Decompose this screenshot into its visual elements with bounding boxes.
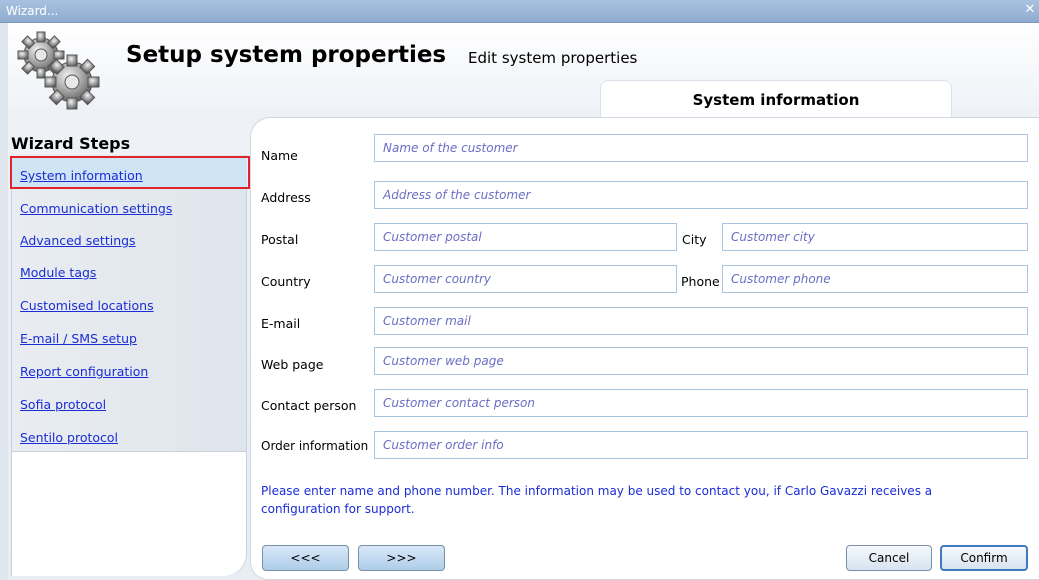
contact-person-field[interactable]: Customer contact person: [374, 389, 1028, 417]
page-title: Setup system properties: [126, 42, 447, 68]
window-titlebar: Wizard... ✕: [0, 0, 1039, 23]
step-advanced-settings[interactable]: Advanced settings: [20, 233, 136, 248]
name-field[interactable]: Name of the customer: [374, 134, 1028, 162]
city-label: City: [682, 232, 707, 247]
order-information-label: Order information: [261, 439, 369, 453]
postal-label: Postal: [261, 232, 299, 247]
step-email-sms-setup[interactable]: E-mail / SMS setup: [20, 331, 137, 346]
email-field[interactable]: Customer mail: [374, 307, 1028, 335]
phone-label: Phone: [681, 274, 720, 289]
contact-person-label: Contact person: [261, 398, 357, 413]
step-module-tags[interactable]: Module tags: [20, 265, 96, 280]
close-icon[interactable]: ✕: [1023, 2, 1037, 18]
name-label: Name: [261, 148, 298, 163]
tab-system-information[interactable]: System information: [600, 80, 952, 117]
order-information-field[interactable]: Customer order info: [374, 431, 1028, 459]
gears-icon: [17, 31, 100, 110]
city-field[interactable]: Customer city: [722, 223, 1028, 251]
phone-field[interactable]: Customer phone: [722, 265, 1028, 293]
step-sentilo-protocol[interactable]: Sentilo protocol: [20, 430, 118, 445]
country-field[interactable]: Customer country: [374, 265, 677, 293]
address-label: Address: [261, 190, 311, 205]
step-sofia-protocol[interactable]: Sofia protocol: [20, 397, 106, 412]
next-step-button[interactable]: >>>: [358, 545, 445, 571]
contact-info-note: Please enter name and phone number. The …: [261, 484, 933, 516]
active-step-highlight: [10, 156, 250, 189]
address-field[interactable]: Address of the customer: [374, 181, 1028, 209]
sidebar-empty-area: [12, 451, 246, 576]
email-label: E-mail: [261, 316, 301, 331]
confirm-button[interactable]: Confirm: [940, 545, 1028, 571]
postal-field[interactable]: Customer postal: [374, 223, 677, 251]
previous-step-button[interactable]: <<<: [262, 545, 349, 571]
page-subtitle: Edit system properties: [468, 49, 638, 67]
step-customised-locations[interactable]: Customised locations: [20, 298, 154, 313]
step-communication-settings[interactable]: Communication settings: [20, 201, 172, 216]
window-title: Wizard...: [6, 4, 59, 18]
country-label: Country: [261, 274, 311, 289]
wizard-steps-title: Wizard Steps: [11, 134, 131, 153]
webpage-field[interactable]: Customer web page: [374, 347, 1028, 375]
step-report-configuration[interactable]: Report configuration: [20, 364, 148, 379]
webpage-label: Web page: [261, 357, 324, 372]
cancel-button[interactable]: Cancel: [846, 545, 932, 571]
